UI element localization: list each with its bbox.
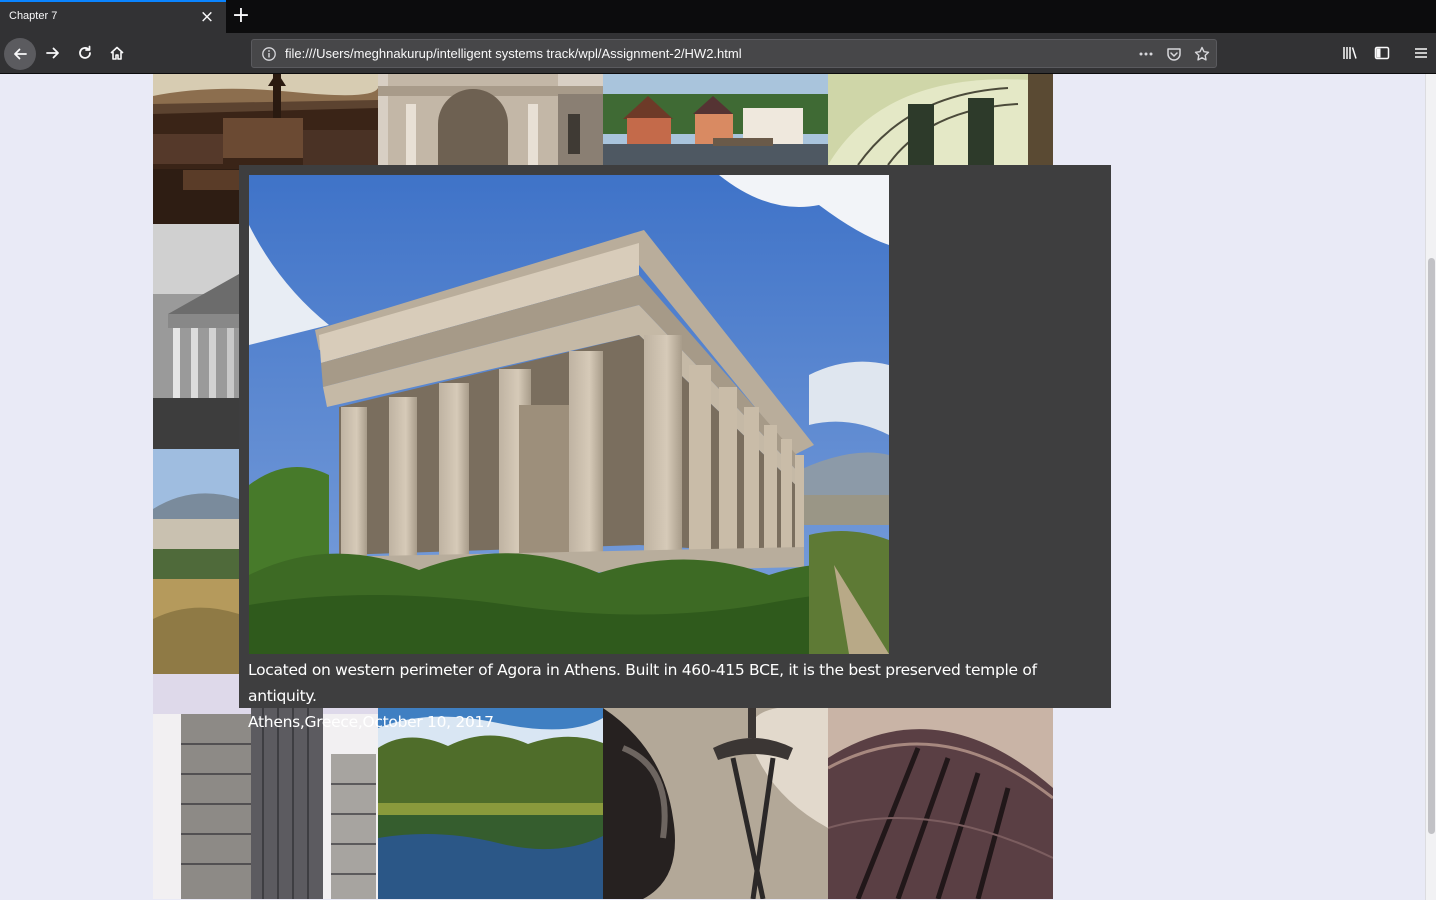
home-button[interactable]	[102, 38, 132, 68]
gallery-thumbnail-pond[interactable]	[378, 708, 603, 899]
more-icon[interactable]	[1136, 45, 1156, 63]
image-popup: Located on western perimeter of Agora in…	[239, 165, 1111, 731]
menu-button[interactable]	[1406, 38, 1436, 68]
menu-icon	[1415, 48, 1427, 58]
nav-toolbar: file:///Users/meghnakurup/intelligent sy…	[0, 33, 1436, 74]
scrollbar-thumb[interactable]	[1428, 258, 1435, 834]
back-button[interactable]	[4, 38, 36, 70]
gallery-thumbnail-arch[interactable]	[378, 74, 603, 165]
library-button[interactable]	[1335, 38, 1365, 68]
url-bar[interactable]: file:///Users/meghnakurup/intelligent sy…	[251, 39, 1217, 68]
reload-button[interactable]	[70, 38, 100, 68]
pocket-icon[interactable]	[1164, 45, 1184, 63]
info-icon[interactable]	[261, 46, 277, 62]
url-text[interactable]: file:///Users/meghnakurup/intelligent sy…	[285, 46, 742, 61]
bookmark-star-icon[interactable]	[1192, 45, 1212, 63]
close-icon[interactable]: ×	[198, 7, 216, 27]
caption-description: Located on western perimeter of Agora in…	[248, 661, 1037, 705]
gallery-thumbnail-harbor[interactable]	[603, 74, 828, 165]
gallery-thumbnail-temple-bw[interactable]	[153, 224, 239, 449]
popup-caption: Located on western perimeter of Agora in…	[248, 657, 1108, 735]
gallery-thumbnail-metal-building[interactable]	[828, 708, 1053, 899]
tab-title: Chapter 7	[9, 10, 58, 22]
popup-image-temple	[249, 175, 889, 654]
sidebar-icon	[1374, 46, 1390, 60]
gallery-thumbnail-museum[interactable]	[828, 74, 1053, 165]
home-icon	[110, 46, 124, 60]
forward-button[interactable]	[38, 38, 68, 68]
gallery-thumbnail-space-needle[interactable]	[603, 708, 828, 899]
plus-icon[interactable]: +	[229, 4, 253, 28]
sidebar-button[interactable]	[1367, 38, 1397, 68]
gallery-thumbnail-hillside[interactable]	[153, 449, 239, 674]
tab-strip: Chapter 7 × +	[0, 0, 1436, 33]
library-icon	[1343, 47, 1357, 59]
back-arrow-icon	[14, 48, 27, 60]
tab-active[interactable]: Chapter 7 ×	[0, 0, 226, 33]
reload-icon	[79, 45, 91, 59]
forward-arrow-icon	[46, 47, 59, 59]
caption-location-date: Athens,Greece,October 10, 2017	[248, 713, 494, 731]
